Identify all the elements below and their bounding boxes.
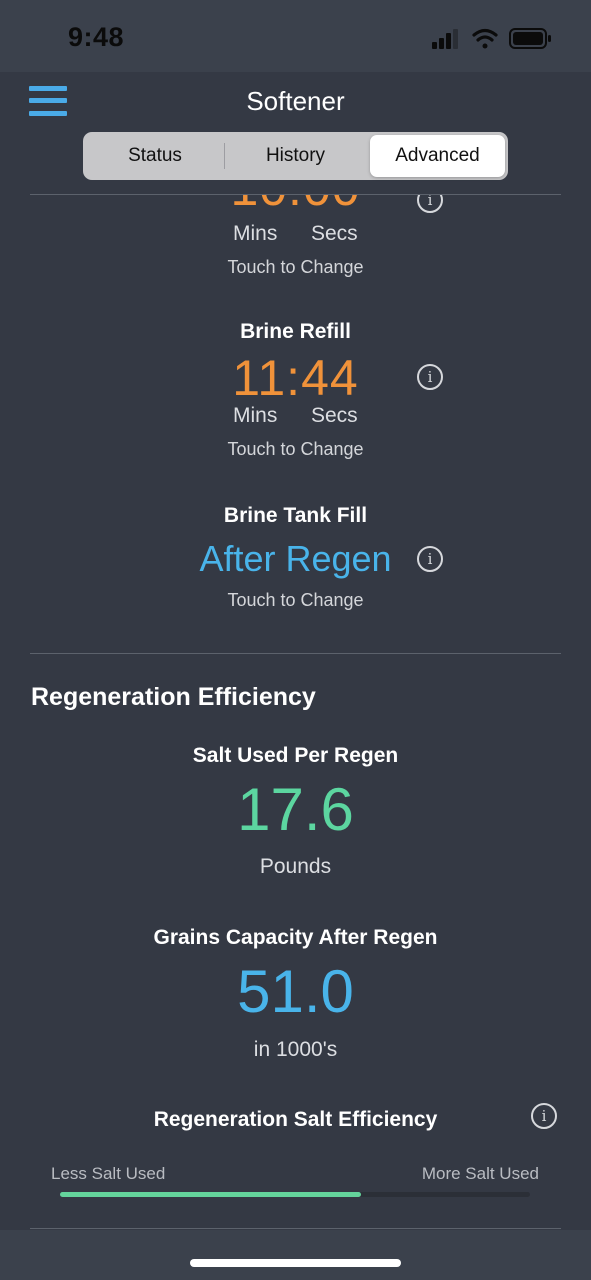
less-salt-label: Less Salt Used	[51, 1164, 166, 1183]
wifi-icon	[472, 28, 498, 49]
grains-capacity-unit: in 1000's	[253, 1038, 338, 1061]
brine-tank-fill-info-icon[interactable]: i	[417, 546, 443, 572]
tab-advanced[interactable]: Advanced	[370, 135, 505, 177]
touch-to-change[interactable]: Touch to Change	[0, 257, 591, 278]
home-indicator[interactable]	[190, 1259, 401, 1267]
partial-setting-value[interactable]: 10:00	[0, 195, 591, 217]
brine-refill-info-icon[interactable]: i	[417, 364, 443, 390]
salt-efficiency-bar-fill	[60, 1192, 361, 1197]
scroll-content[interactable]: 10:00 i Mins Secs Touch to Change Brine …	[0, 195, 591, 1230]
salt-used-unit: Pounds	[259, 855, 332, 878]
salt-used-value: 17.6	[237, 776, 354, 843]
status-time: 9:48	[68, 22, 125, 52]
page-title: Softener	[246, 86, 345, 116]
brine-refill-value[interactable]: 11:44	[0, 349, 591, 407]
tab-segmented-control: Status History Advanced	[83, 132, 508, 180]
mins-label: Mins	[233, 222, 278, 245]
salt-used-title: Salt Used Per Regen	[192, 744, 399, 767]
brine-tank-fill-title: Brine Tank Fill	[223, 504, 368, 527]
grains-capacity-title: Grains Capacity After Regen	[153, 926, 438, 949]
section-title: Regeneration Efficiency	[31, 683, 316, 711]
signal-icon	[432, 29, 458, 49]
status-icons	[432, 28, 551, 49]
section-divider	[30, 1228, 561, 1229]
mins-label: Mins	[233, 404, 278, 427]
touch-to-change[interactable]: Touch to Change	[0, 439, 591, 460]
secs-label: Secs	[311, 404, 358, 427]
tab-history[interactable]: History	[225, 135, 366, 177]
touch-to-change[interactable]: Touch to Change	[0, 590, 591, 611]
salt-efficiency-info-icon[interactable]: i	[531, 1103, 557, 1129]
battery-icon	[509, 28, 551, 49]
brine-refill-title: Brine Refill	[240, 320, 351, 343]
tab-status[interactable]: Status	[86, 135, 224, 177]
salt-efficiency-title: Regeneration Salt Efficiency	[153, 1108, 438, 1131]
secs-label: Secs	[311, 222, 358, 245]
status-bar: 9:48	[0, 0, 591, 72]
brine-tank-fill-value[interactable]: After Regen	[0, 538, 591, 580]
grains-capacity-value: 51.0	[237, 958, 354, 1025]
salt-efficiency-bar	[60, 1192, 530, 1197]
home-indicator-area	[0, 1230, 591, 1280]
section-divider	[30, 653, 561, 654]
more-salt-label: More Salt Used	[421, 1164, 539, 1183]
